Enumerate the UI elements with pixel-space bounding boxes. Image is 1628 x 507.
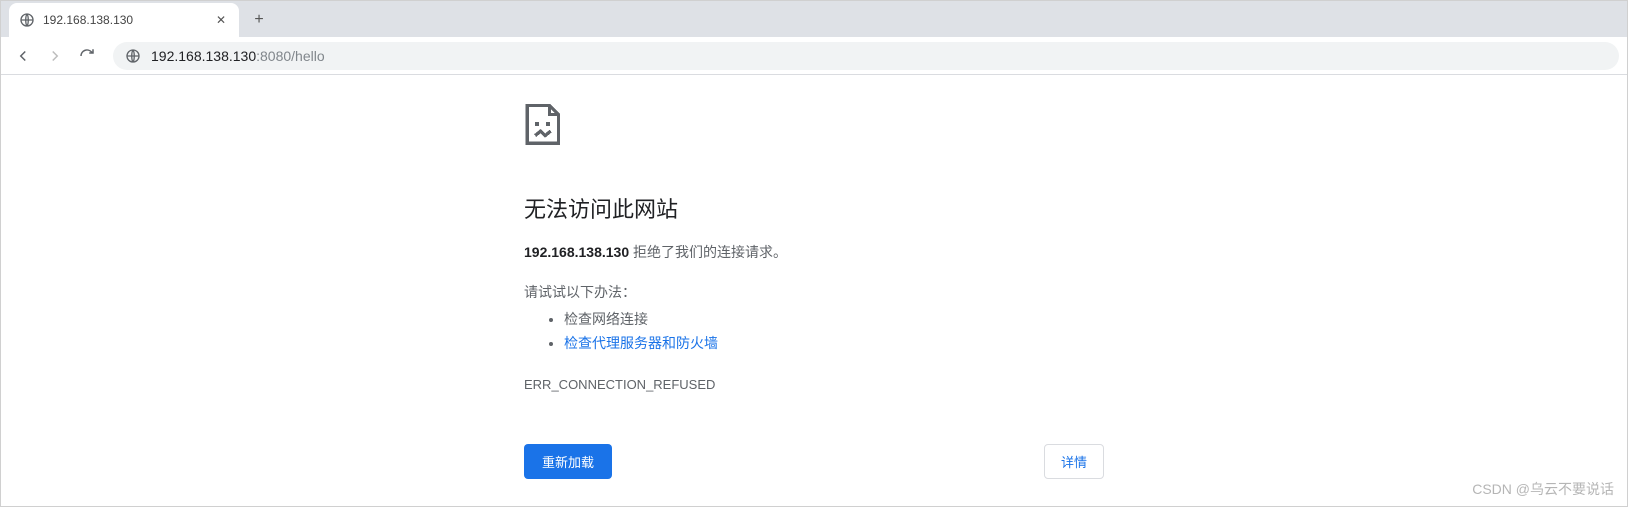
list-item: 检查代理服务器和防火墙 bbox=[564, 332, 1104, 354]
site-info-icon[interactable] bbox=[125, 48, 141, 64]
browser-toolbar: 192.168.138.130:8080/hello bbox=[1, 37, 1627, 75]
action-row: 重新加载 详情 bbox=[524, 444, 1104, 479]
globe-icon bbox=[19, 12, 35, 28]
suggestion-check-proxy-link[interactable]: 检查代理服务器和防火墙 bbox=[564, 335, 718, 351]
reload-page-button[interactable]: 重新加载 bbox=[524, 444, 612, 479]
page-content: 无法访问此网站 192.168.138.130 拒绝了我们的连接请求。 请试试以… bbox=[1, 75, 1627, 479]
tab-title: 192.168.138.130 bbox=[43, 13, 213, 27]
browser-tab[interactable]: 192.168.138.130 ✕ bbox=[9, 3, 239, 37]
back-button[interactable] bbox=[9, 42, 37, 70]
error-description: 192.168.138.130 拒绝了我们的连接请求。 bbox=[524, 242, 1104, 262]
close-tab-icon[interactable]: ✕ bbox=[213, 12, 229, 28]
sad-page-icon bbox=[524, 103, 1104, 152]
suggestion-check-network: 检查网络连接 bbox=[564, 308, 1104, 330]
forward-button[interactable] bbox=[41, 42, 69, 70]
error-host: 192.168.138.130 bbox=[524, 244, 629, 260]
tab-bar: 192.168.138.130 ✕ + bbox=[1, 1, 1627, 37]
error-heading: 无法访问此网站 bbox=[524, 192, 1104, 224]
details-button[interactable]: 详情 bbox=[1044, 444, 1104, 479]
reload-button[interactable] bbox=[73, 42, 101, 70]
new-tab-button[interactable]: + bbox=[245, 6, 273, 34]
try-label: 请试试以下办法： bbox=[524, 282, 1104, 302]
error-refused-text: 拒绝了我们的连接请求。 bbox=[629, 244, 787, 260]
error-code: ERR_CONNECTION_REFUSED bbox=[524, 377, 1104, 392]
watermark: CSDN @乌云不要说话 bbox=[1472, 479, 1614, 499]
url-host: 192.168.138.130 bbox=[151, 48, 256, 64]
url-path: :8080/hello bbox=[256, 48, 325, 64]
suggestion-list: 检查网络连接 检查代理服务器和防火墙 bbox=[524, 308, 1104, 355]
error-container: 无法访问此网站 192.168.138.130 拒绝了我们的连接请求。 请试试以… bbox=[524, 103, 1104, 479]
address-bar[interactable]: 192.168.138.130:8080/hello bbox=[113, 42, 1619, 70]
